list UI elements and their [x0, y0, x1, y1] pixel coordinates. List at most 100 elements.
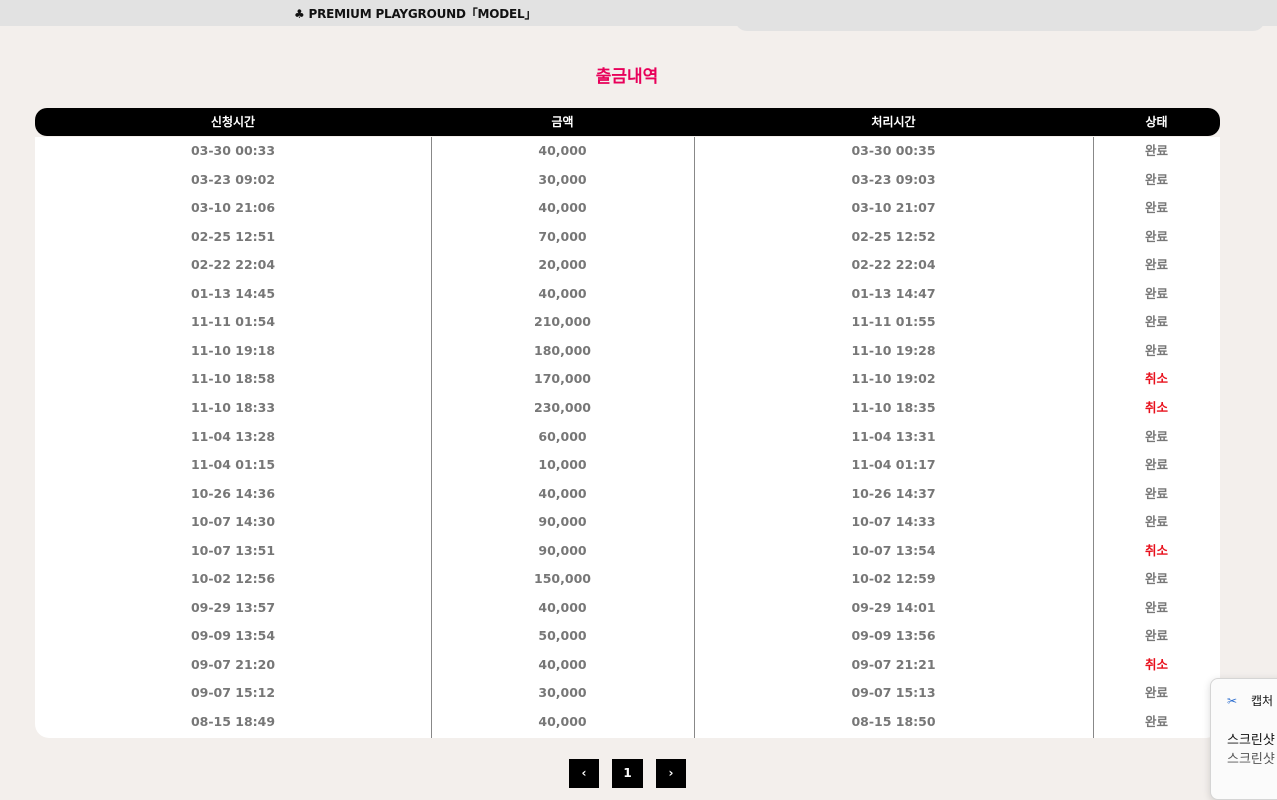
cell-processed-time: 11-11 01:55	[851, 314, 936, 330]
cell-requested-time: 10-02 12:56	[190, 571, 276, 587]
cell-amount: 40,000	[538, 143, 587, 158]
cell-amount: 40,000	[538, 656, 587, 672]
capture-notification-panel[interactable]: ✂ 캡처 스크린샷 스크린샷	[1210, 678, 1277, 800]
cell-status: 완료	[1144, 714, 1168, 729]
cell-requested-time: 03-23 09:02	[190, 171, 276, 187]
cell-amount: 170,000	[534, 371, 591, 387]
cell-amount: 210,000	[534, 314, 591, 330]
table-row: 11-10 18:33 230,000 11-10 18:35 취소	[35, 394, 1220, 422]
cell-processed-time: 01-13 14:47	[851, 285, 936, 301]
header-requested-time: 신청시간	[210, 115, 256, 129]
cell-processed-time: 09-07 15:13	[851, 685, 936, 701]
cell-processed-time: 03-30 00:35	[851, 143, 936, 158]
table-row: 03-23 09:02 30,000 03-23 09:03 완료	[35, 166, 1220, 194]
cell-amount: 40,000	[538, 714, 587, 729]
header-processed-time: 처리시간	[871, 115, 916, 129]
capture-message: 스크린샷	[1227, 733, 1275, 748]
cell-status: 완료	[1144, 342, 1168, 358]
cell-status: 취소	[1144, 371, 1168, 387]
cell-processed-time: 10-07 13:54	[851, 542, 936, 558]
cell-requested-time: 09-07 21:20	[190, 656, 276, 672]
cell-processed-time: 02-22 22:04	[851, 257, 936, 273]
cell-status: 완료	[1144, 428, 1168, 444]
table-row: 02-22 22:04 20,000 02-22 22:04 완료	[35, 251, 1220, 279]
cell-status: 완료	[1144, 599, 1168, 615]
cell-processed-time: 03-23 09:03	[851, 171, 936, 187]
cell-processed-time: 11-04 13:31	[851, 428, 936, 444]
cell-amount: 40,000	[538, 200, 587, 216]
cell-status: 취소	[1144, 399, 1168, 415]
cell-processed-time: 11-04 01:17	[851, 457, 936, 473]
cell-status: 완료	[1144, 200, 1168, 216]
cell-processed-time: 11-10 19:28	[851, 342, 936, 358]
cell-requested-time: 11-10 18:33	[190, 399, 276, 415]
cell-status: 취소	[1144, 656, 1168, 672]
cell-requested-time: 11-04 01:15	[190, 457, 276, 473]
table-row: 11-10 18:58 170,000 11-10 19:02 취소	[35, 365, 1220, 393]
cell-status: 완료	[1144, 285, 1168, 301]
table-row: 09-09 13:54 50,000 09-09 13:56 완료	[35, 622, 1220, 650]
cell-status: 완료	[1144, 171, 1168, 187]
cell-status: 완료	[1144, 685, 1168, 701]
withdrawal-table-body: 03-30 00:33 40,000 03-30 00:35 완료 03-23 09:0…	[35, 137, 1220, 738]
table-header: 신청시간 금액 처리시간 상태	[35, 108, 1220, 136]
capture-submessage: 스크린샷	[1227, 752, 1275, 767]
cell-requested-time: 08-15 18:49	[190, 714, 276, 729]
cell-requested-time: 11-04 13:28	[190, 428, 276, 444]
next-page-button[interactable]: ›	[656, 759, 686, 788]
cell-processed-time: 11-10 18:35	[851, 399, 936, 415]
cell-processed-time: 10-26 14:37	[851, 485, 936, 501]
table-row: 09-07 21:20 40,000 09-07 21:21 취소	[35, 651, 1220, 679]
cell-processed-time: 11-10 19:02	[851, 371, 936, 387]
table-row: 03-10 21:06 40,000 03-10 21:07 완료	[35, 194, 1220, 222]
cell-requested-time: 03-10 21:06	[190, 200, 276, 216]
cell-status: 완료	[1144, 514, 1168, 530]
chevron-left-icon: ‹	[581, 766, 587, 780]
cell-processed-time: 10-02 12:59	[851, 571, 936, 587]
cell-requested-time: 11-11 01:54	[190, 314, 276, 330]
table-row: 02-25 12:51 70,000 02-25 12:52 완료	[35, 223, 1220, 251]
cell-status: 완료	[1144, 143, 1168, 158]
table-row: 09-29 13:57 40,000 09-29 14:01 완료	[35, 594, 1220, 622]
cell-processed-time: 08-15 18:50	[851, 714, 936, 729]
header-amount: 금액	[551, 115, 574, 129]
table-row: 10-07 14:30 90,000 10-07 14:33 완료	[35, 508, 1220, 536]
table-row: 10-26 14:36 40,000 10-26 14:37 완료	[35, 480, 1220, 508]
cell-status: 취소	[1144, 542, 1168, 558]
cell-status: 완료	[1144, 257, 1168, 273]
header-status: 상태	[1145, 115, 1168, 129]
header-panel	[735, 0, 1265, 31]
cell-status: 완료	[1144, 485, 1168, 501]
cell-amount: 90,000	[538, 514, 587, 530]
cell-status: 완료	[1144, 457, 1168, 473]
page-1-button[interactable]: 1	[612, 759, 643, 788]
cell-status: 완료	[1144, 628, 1168, 644]
cell-amount: 60,000	[538, 428, 587, 444]
cell-processed-time: 09-07 21:21	[851, 656, 936, 672]
cell-requested-time: 03-30 00:33	[190, 143, 276, 158]
cell-amount: 40,000	[538, 285, 587, 301]
cell-amount: 40,000	[538, 599, 587, 615]
cell-processed-time: 09-09 13:56	[851, 628, 936, 644]
cell-status: 완료	[1144, 314, 1168, 330]
cell-requested-time: 10-26 14:36	[190, 485, 276, 501]
table-row: 11-04 01:15 10,000 11-04 01:17 완료	[35, 451, 1220, 479]
chevron-right-icon: ›	[668, 766, 674, 780]
cell-requested-time: 10-07 14:30	[190, 514, 276, 530]
site-title[interactable]: ♣ PREMIUM PLAYGROUND「MODEL」	[294, 5, 536, 22]
table-row: 10-07 13:51 90,000 10-07 13:54 취소	[35, 537, 1220, 565]
table-row: 09-07 15:12 30,000 09-07 15:13 완료	[35, 679, 1220, 707]
cell-requested-time: 09-29 13:57	[190, 599, 276, 615]
cell-amount: 180,000	[534, 342, 591, 358]
cell-requested-time: 09-07 15:12	[190, 685, 276, 701]
page-title: 출금내역	[595, 67, 659, 87]
cell-requested-time: 11-10 18:58	[190, 371, 276, 387]
cell-amount: 70,000	[538, 228, 587, 244]
prev-page-button[interactable]: ‹	[569, 759, 599, 788]
table-row: 03-30 00:33 40,000 03-30 00:35 완료	[35, 137, 1220, 165]
scissors-icon: ✂	[1227, 694, 1238, 708]
cell-requested-time: 02-22 22:04	[190, 257, 276, 273]
cell-amount: 30,000	[538, 685, 587, 701]
cell-processed-time: 03-10 21:07	[851, 200, 936, 216]
cell-amount: 40,000	[538, 485, 587, 501]
